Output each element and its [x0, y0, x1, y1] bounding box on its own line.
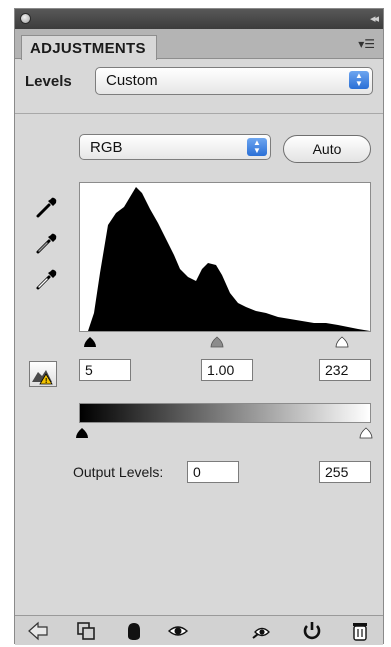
- eye-icon[interactable]: [167, 620, 189, 642]
- back-arrow-icon[interactable]: [27, 620, 49, 642]
- panel-titlebar: ◂◂: [15, 9, 383, 29]
- histogram: [79, 182, 371, 332]
- channel-dropdown[interactable]: RGB ▲ ▼: [79, 134, 271, 160]
- reset-icon[interactable]: [301, 620, 323, 642]
- output-white-field[interactable]: 255: [319, 461, 371, 483]
- output-black-slider[interactable]: [75, 427, 89, 439]
- white-point-eyedropper-icon[interactable]: [35, 267, 59, 291]
- input-white-field[interactable]: 232: [319, 359, 371, 381]
- panel-menu-icon[interactable]: ▾☰: [358, 37, 375, 51]
- output-gradient-bar: [79, 403, 371, 423]
- output-levels-label: Output Levels:: [73, 464, 164, 480]
- preset-dropdown[interactable]: Custom ▲ ▼: [95, 67, 373, 95]
- preset-value: Custom: [106, 72, 158, 89]
- panel-collapse-icon[interactable]: ◂◂: [370, 12, 379, 25]
- dropdown-arrows-icon: ▲ ▼: [247, 138, 267, 156]
- input-gamma-field[interactable]: 1.00: [201, 359, 253, 381]
- mask-visibility-icon[interactable]: [123, 620, 145, 642]
- input-black-slider[interactable]: [83, 336, 97, 348]
- input-gamma-slider[interactable]: [210, 336, 224, 348]
- input-black-field[interactable]: 5: [79, 359, 131, 381]
- trash-icon[interactable]: [349, 620, 371, 642]
- input-white-slider[interactable]: [335, 336, 349, 348]
- dropdown-arrows-icon: ▲ ▼: [349, 71, 369, 89]
- tab-adjustments[interactable]: ADJUSTMENTS: [21, 35, 157, 60]
- panel-close-icon[interactable]: [20, 13, 31, 24]
- section-divider: [15, 113, 383, 114]
- auto-button[interactable]: Auto: [283, 135, 371, 163]
- output-white-slider[interactable]: [359, 427, 373, 439]
- bottom-toolbar: [15, 615, 383, 645]
- svg-text:!: !: [45, 378, 47, 385]
- gray-point-eyedropper-icon[interactable]: [35, 231, 59, 255]
- clip-to-layer-icon[interactable]: [75, 620, 97, 642]
- tab-strip: ADJUSTMENTS ▾☰: [15, 29, 383, 60]
- view-previous-state-icon[interactable]: [251, 620, 273, 642]
- clipping-warning-icon[interactable]: !: [29, 361, 57, 387]
- adjustments-panel: ◂◂ ADJUSTMENTS ▾☰ Levels Custom ▲ ▼ RGB ▲…: [14, 8, 384, 645]
- black-point-eyedropper-icon[interactable]: [35, 195, 59, 219]
- channel-value: RGB: [90, 139, 123, 156]
- histogram-graph: [80, 187, 370, 331]
- output-black-field[interactable]: 0: [187, 461, 239, 483]
- levels-label: Levels: [25, 73, 72, 90]
